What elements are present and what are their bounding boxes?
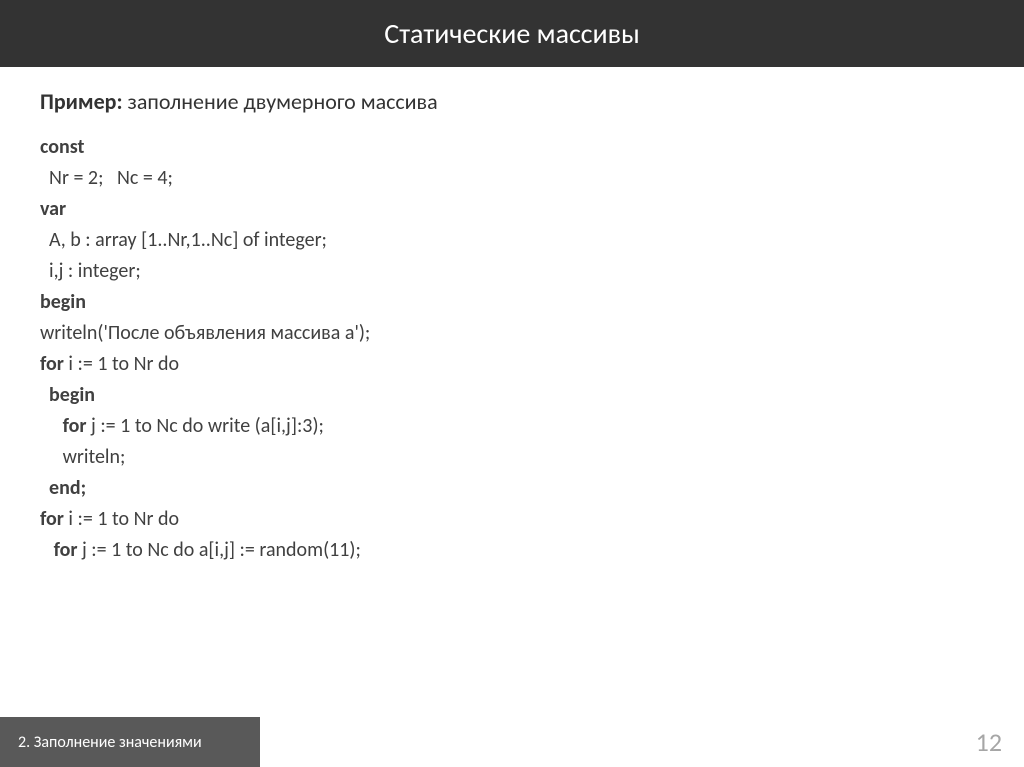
keyword-var: var: [40, 197, 66, 221]
example-label: Пример:: [40, 88, 123, 115]
code-text: i := 1 to Nr do: [64, 352, 179, 376]
code-line: var: [40, 194, 984, 225]
code-text: j := 1 to Nc do a[i,j] := random(11);: [77, 538, 360, 562]
code-block: const Nr = 2; Nc = 4; var A, b : array […: [40, 132, 984, 566]
keyword-begin: begin: [49, 383, 95, 407]
footer-section-label: 2. Заполнение значениями: [0, 717, 260, 767]
code-line: begin: [40, 287, 984, 318]
code-line: A, b : array [1..Nr,1..Nc] of integer;: [40, 225, 984, 256]
code-line: for i := 1 to Nr do: [40, 504, 984, 535]
code-indent: [40, 476, 49, 500]
code-text: j := 1 to Nc do write (a[i,j]:3);: [87, 414, 324, 438]
code-line: Nr = 2; Nc = 4;: [40, 163, 984, 194]
keyword-for: for: [54, 538, 78, 562]
keyword-for: for: [40, 352, 64, 376]
keyword-begin: begin: [40, 290, 86, 314]
example-heading: Пример: заполнение двумерного массива: [40, 85, 984, 118]
keyword-for: for: [40, 507, 64, 531]
code-text: i := 1 to Nr do: [64, 507, 179, 531]
code-indent: [40, 538, 54, 562]
code-line: begin: [40, 380, 984, 411]
slide-footer: 2. Заполнение значениями 12: [0, 717, 1024, 767]
page-number: 12: [954, 717, 1024, 767]
code-line: writeln;: [40, 442, 984, 473]
slide-title: Статические массивы: [384, 16, 639, 51]
example-description: заполнение двумерного массива: [123, 88, 438, 115]
keyword-for: for: [63, 414, 87, 438]
code-line: for i := 1 to Nr do: [40, 349, 984, 380]
page-number-value: 12: [976, 726, 1002, 758]
code-line: for j := 1 to Nc do write (a[i,j]:3);: [40, 411, 984, 442]
footer-label-text: 2. Заполнение значениями: [18, 733, 202, 752]
code-indent: [40, 414, 63, 438]
slide-header: Статические массивы: [0, 0, 1024, 67]
code-line: i,j : integer;: [40, 256, 984, 287]
keyword-const: const: [40, 135, 84, 159]
footer-spacer: [260, 717, 954, 767]
code-line: writeln('После объявления массива a');: [40, 318, 984, 349]
slide-content: Пример: заполнение двумерного массива co…: [0, 67, 1024, 566]
keyword-end: end;: [49, 476, 86, 500]
code-indent: [40, 383, 49, 407]
code-line: end;: [40, 473, 984, 504]
code-line: for j := 1 to Nc do a[i,j] := random(11)…: [40, 535, 984, 566]
code-line: const: [40, 132, 984, 163]
